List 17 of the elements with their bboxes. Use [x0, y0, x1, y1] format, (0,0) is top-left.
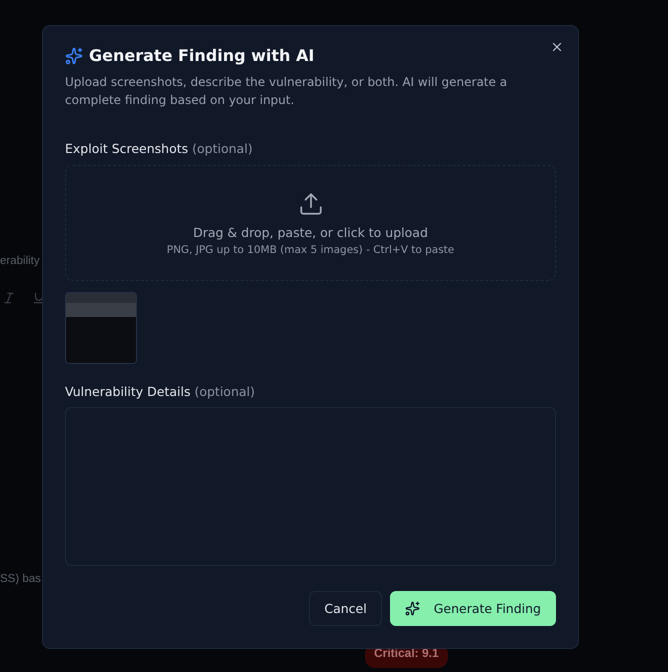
screenshot-thumbnail[interactable] [65, 292, 137, 364]
dialog-title: Generate Finding with AI [89, 46, 314, 65]
upload-dropzone[interactable]: Drag & drop, paste, or click to upload PNG, JPG up to 10MB (max 5 images) - Ctrl+V to paste [65, 165, 556, 281]
dropzone-text: Drag & drop, paste, or click to upload [193, 224, 428, 240]
dropzone-subtext: PNG, JPG up to 10MB (max 5 images) - Ctrl+V to paste [166, 244, 454, 256]
dialog-description: Upload screenshots, describe the vulnerability, or both. AI will generate a complete finding based on your input. [65, 74, 508, 109]
upload-icon [298, 190, 324, 216]
cancel-button[interactable]: Cancel [309, 591, 382, 626]
sparkles-icon [65, 46, 83, 64]
description-text: SS) bas [0, 573, 41, 585]
close-button[interactable] [550, 40, 564, 54]
field-label: erability [0, 255, 40, 267]
sparkles-icon [404, 601, 420, 616]
generate-button[interactable]: Generate Finding [390, 591, 556, 626]
field-label: Vulnerability Details (optional) [65, 384, 256, 399]
italic-icon[interactable] [2, 291, 16, 305]
field-label: Exploit Screenshots (optional) [65, 141, 254, 156]
